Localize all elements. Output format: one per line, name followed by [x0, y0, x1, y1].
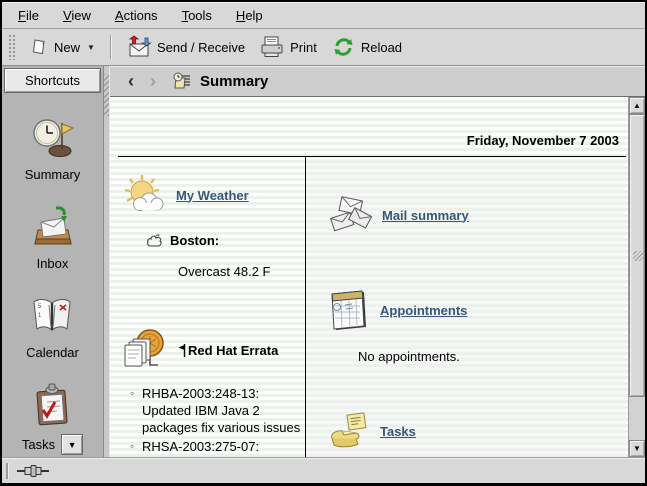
sidebar-item-inbox-label: Inbox — [37, 256, 69, 271]
reload-button[interactable]: Reload — [324, 30, 409, 64]
menu-actions[interactable]: Actions — [111, 6, 162, 25]
menu-bar: File View Actions Tools Help — [2, 2, 645, 29]
print-label: Print — [290, 40, 317, 55]
tasks-summary-icon — [326, 408, 372, 454]
sidebar-item-inbox[interactable]: Inbox — [30, 204, 76, 271]
statusbar-grip — [6, 463, 8, 479]
errata-title: Red Hat Errata — [188, 343, 278, 358]
send-receive-button[interactable]: Send / Receive — [119, 30, 252, 64]
appointments-link[interactable]: Appointments — [380, 303, 467, 318]
new-document-icon — [29, 37, 49, 57]
new-dropdown-icon[interactable]: ▼ — [87, 43, 95, 52]
weather-section-header: My Weather — [120, 171, 301, 219]
online-status-plug-icon[interactable] — [16, 464, 50, 478]
toolbar: New ▼ Send / Receive — [2, 29, 645, 66]
main-row: Shortcuts Summary — [2, 66, 645, 457]
summary-shortcut-icon — [30, 115, 76, 161]
calendar-shortcut-icon: 5 1 — [29, 293, 75, 339]
sidebar-item-summary[interactable]: Summary — [25, 115, 81, 182]
right-column: Mail summary — [305, 157, 626, 457]
tasks-link[interactable]: Tasks — [380, 424, 416, 439]
left-column: My Weather Boston: Overcast 48. — [118, 157, 305, 457]
scroll-down-icon: ▼ — [633, 444, 641, 453]
scroll-up-icon: ▲ — [633, 101, 641, 110]
status-bar — [2, 457, 645, 483]
window-chrome: File View Actions Tools Help New ▼ — [2, 2, 645, 483]
sidebar-item-summary-label: Summary — [25, 167, 81, 182]
errata-section-header: Red Hat Errata — [120, 325, 301, 375]
sidebar-splitter[interactable] — [103, 66, 110, 457]
send-receive-icon — [126, 35, 152, 59]
appointments-icon — [326, 287, 372, 333]
cloud-icon — [146, 234, 164, 248]
reload-label: Reload — [361, 40, 402, 55]
my-weather-link[interactable]: My Weather — [176, 188, 249, 203]
summary-title-icon — [172, 72, 192, 90]
errata-item[interactable]: RHBA-2003:248-13: Updated IBM Java 2 pac… — [130, 385, 308, 436]
mail-summary-link[interactable]: Mail summary — [382, 208, 469, 223]
main-view: ‹ › Summary Friday, November 7 2003 — [110, 66, 645, 457]
shortcut-overflow-button[interactable]: ▼ — [61, 434, 83, 455]
inbox-shortcut-icon — [30, 204, 76, 250]
back-icon[interactable]: ‹ — [122, 72, 140, 90]
scroll-up-button[interactable]: ▲ — [629, 97, 645, 114]
vertical-scrollbar[interactable]: ▲ ▼ — [628, 97, 645, 457]
print-button[interactable]: Print — [252, 30, 324, 64]
chevron-down-icon: ▼ — [68, 440, 77, 450]
menu-tools[interactable]: Tools — [178, 6, 216, 25]
send-receive-label: Send / Receive — [157, 40, 245, 55]
new-button-label: New — [54, 40, 80, 55]
sidebar-item-tasks-label: Tasks — [22, 437, 55, 452]
date-heading: Friday, November 7 2003 — [467, 133, 619, 148]
mail-section-header: Mail summary — [326, 191, 626, 239]
scroll-down-button[interactable]: ▼ — [629, 440, 645, 457]
weather-location: Boston: — [170, 233, 219, 248]
scrollbar-grip-icon — [633, 251, 643, 261]
errata-item[interactable]: RHSA-2003:275-07: Updated CUPS packages … — [130, 438, 308, 457]
flag-icon — [178, 344, 186, 357]
scrollbar-thumb[interactable] — [629, 114, 645, 397]
appointments-section-header: Appointments — [326, 287, 626, 333]
sidebar-item-tasks[interactable]: Tasks ▼ — [22, 382, 83, 455]
shortcuts-group-button[interactable]: Shortcuts — [4, 68, 101, 93]
sidebar-item-calendar-label: Calendar — [26, 345, 79, 360]
menu-file[interactable]: File — [14, 6, 43, 25]
red-hat-errata-icon — [120, 325, 170, 375]
weather-location-row: Boston: — [146, 233, 301, 248]
print-icon — [259, 35, 285, 59]
page-title: Summary — [200, 73, 268, 90]
shortcuts-group-label: Shortcuts — [25, 73, 80, 88]
summary-content: Friday, November 7 2003 — [110, 97, 645, 457]
menu-help[interactable]: Help — [232, 6, 267, 25]
appointments-empty-text: No appointments. — [358, 349, 626, 364]
sidebar-item-calendar[interactable]: 5 1 Calendar — [26, 293, 79, 360]
mail-summary-icon — [326, 191, 374, 239]
menu-view[interactable]: View — [59, 6, 95, 25]
forward-icon[interactable]: › — [144, 72, 162, 90]
weather-icon — [120, 171, 168, 219]
evolution-window: File View Actions Tools Help New ▼ — [0, 0, 647, 486]
summary-columns: My Weather Boston: Overcast 48. — [118, 157, 626, 457]
tasks-shortcut-icon — [29, 382, 75, 428]
folder-title-bar: ‹ › Summary — [110, 66, 645, 97]
errata-list: RHBA-2003:248-13: Updated IBM Java 2 pac… — [130, 385, 308, 457]
shortcuts-sidebar: Shortcuts Summary — [2, 66, 103, 457]
reload-icon — [331, 35, 356, 59]
toolbar-separator — [110, 35, 111, 59]
toolbar-grip-handle[interactable] — [8, 34, 16, 60]
weather-condition: Overcast 48.2 F — [178, 264, 301, 279]
new-button[interactable]: New ▼ — [22, 32, 102, 62]
tasks-section-header: Tasks — [326, 408, 626, 454]
splitter-grip-icon — [104, 74, 109, 116]
